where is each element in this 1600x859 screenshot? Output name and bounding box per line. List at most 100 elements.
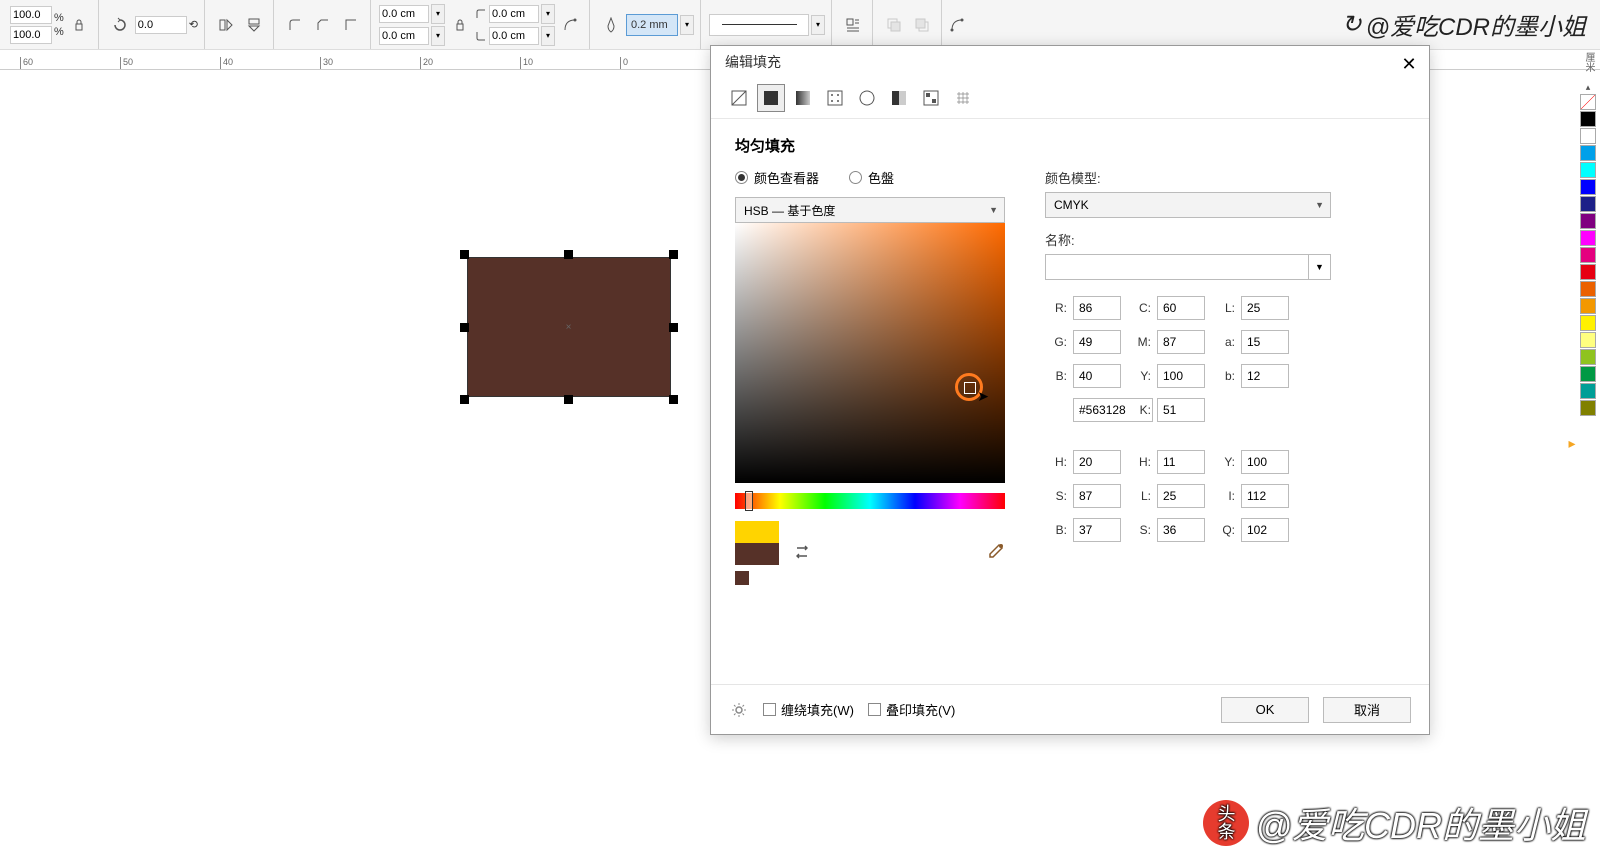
palette-swatch[interactable] — [1580, 111, 1596, 127]
hue-thumb[interactable] — [745, 491, 753, 511]
resize-handle-ne[interactable] — [669, 250, 678, 259]
h-hls-input[interactable] — [1157, 450, 1205, 474]
corner-y-input[interactable] — [379, 27, 429, 45]
to-front-icon[interactable] — [881, 12, 907, 38]
l-hls-input[interactable] — [1157, 484, 1205, 508]
stepper-icon[interactable]: ▾ — [431, 26, 445, 46]
palette-swatch[interactable] — [1580, 315, 1596, 331]
settings-icon[interactable] — [729, 700, 749, 720]
tab-no-fill[interactable] — [725, 84, 753, 112]
y-yiq-input[interactable] — [1241, 450, 1289, 474]
palette-swatch[interactable] — [1580, 281, 1596, 297]
color-name-input[interactable]: ▼ — [1045, 254, 1331, 280]
palette-swatch[interactable] — [1580, 179, 1596, 195]
b-rgb-input[interactable] — [1073, 364, 1121, 388]
close-button[interactable]: ✕ — [1397, 52, 1421, 76]
stepper-icon[interactable]: ▾ — [431, 4, 445, 24]
corner-chamfer-icon[interactable] — [338, 12, 364, 38]
ok-button[interactable]: OK — [1221, 697, 1309, 723]
pen-icon[interactable] — [598, 12, 624, 38]
new-color-swatch[interactable] — [735, 543, 779, 565]
palette-swatch[interactable] — [1580, 383, 1596, 399]
radio-color-viewer[interactable]: 颜色查看器 — [735, 168, 819, 187]
corner-h-input[interactable] — [489, 27, 539, 45]
tab-pattern-fill[interactable] — [821, 84, 849, 112]
overprint-fill-checkbox[interactable]: 叠印填充(V) — [868, 700, 955, 719]
k-input[interactable] — [1157, 398, 1205, 422]
palette-swatch[interactable] — [1580, 298, 1596, 314]
selected-rectangle[interactable]: × — [460, 250, 678, 404]
i-yiq-input[interactable] — [1241, 484, 1289, 508]
corner-x-input[interactable] — [379, 5, 429, 23]
color-model-select[interactable]: CMYK▼ — [1045, 192, 1331, 218]
resize-handle-sw[interactable] — [460, 395, 469, 404]
resize-handle-nw[interactable] — [460, 250, 469, 259]
palette-swatch[interactable] — [1580, 162, 1596, 178]
s-hls-input[interactable] — [1157, 518, 1205, 542]
mirror-h-icon[interactable] — [213, 12, 239, 38]
wrap-fill-checkbox[interactable]: 缠绕填充(W) — [763, 700, 854, 719]
scale-x-input[interactable] — [10, 6, 52, 24]
resize-handle-s[interactable] — [564, 395, 573, 404]
resize-handle-w[interactable] — [460, 323, 469, 332]
wrap-text-icon[interactable] — [840, 12, 866, 38]
corner-scallop-icon[interactable] — [310, 12, 336, 38]
corner-round-icon[interactable] — [282, 12, 308, 38]
swap-colors-icon[interactable] — [793, 542, 813, 565]
a-lab-input[interactable] — [1241, 330, 1289, 354]
palette-swatch[interactable] — [1580, 400, 1596, 416]
tab-texture[interactable] — [949, 84, 977, 112]
mirror-v-icon[interactable] — [241, 12, 267, 38]
palette-swatch[interactable] — [1580, 128, 1596, 144]
m-input[interactable] — [1157, 330, 1205, 354]
to-back-icon[interactable] — [909, 12, 935, 38]
recent-color-swatch[interactable] — [735, 571, 749, 585]
stepper-icon[interactable]: ▾ — [541, 4, 555, 24]
l-lab-input[interactable] — [1241, 296, 1289, 320]
old-color-swatch[interactable] — [735, 521, 779, 543]
tab-uniform-fill[interactable] — [757, 84, 785, 112]
c-input[interactable] — [1157, 296, 1205, 320]
radio-color-palette[interactable]: 色盤 — [849, 168, 894, 187]
resize-handle-e[interactable] — [669, 323, 678, 332]
palette-no-fill[interactable] — [1580, 94, 1596, 110]
convert-curves-icon[interactable] — [944, 12, 970, 38]
color-viewer-mode-select[interactable]: HSB — 基于色度▼ — [735, 197, 1005, 223]
tab-vector-pattern[interactable] — [853, 84, 881, 112]
palette-swatch[interactable] — [1580, 264, 1596, 280]
palette-swatch[interactable] — [1580, 230, 1596, 246]
tab-fountain-fill[interactable] — [789, 84, 817, 112]
palette-swatch[interactable] — [1580, 332, 1596, 348]
line-style-select[interactable] — [709, 14, 809, 36]
g-input[interactable] — [1073, 330, 1121, 354]
palette-swatch[interactable] — [1580, 349, 1596, 365]
palette-swatch[interactable] — [1580, 213, 1596, 229]
hue-slider[interactable] — [735, 493, 1005, 509]
palette-swatch[interactable] — [1580, 196, 1596, 212]
outline-width-input[interactable] — [626, 14, 678, 36]
tab-two-color[interactable] — [917, 84, 945, 112]
b-lab-input[interactable] — [1241, 364, 1289, 388]
corner-w-input[interactable] — [489, 5, 539, 23]
s-hsb-input[interactable] — [1073, 484, 1121, 508]
q-yiq-input[interactable] — [1241, 518, 1289, 542]
corner-lock-icon[interactable] — [447, 12, 473, 38]
palette-swatch[interactable] — [1580, 366, 1596, 382]
resize-handle-n[interactable] — [564, 250, 573, 259]
y-input[interactable] — [1157, 364, 1205, 388]
rotation-input[interactable] — [135, 16, 187, 34]
rotate-icon[interactable] — [107, 12, 133, 38]
color-sv-picker[interactable]: ➤ — [735, 223, 1005, 483]
h-hsb-input[interactable] — [1073, 450, 1121, 474]
r-input[interactable] — [1073, 296, 1121, 320]
palette-scroll-up-icon[interactable]: ▴ — [1580, 80, 1596, 94]
outline-width-dropdown[interactable]: ▾ — [680, 15, 694, 35]
scale-y-input[interactable] — [10, 26, 52, 44]
stepper-icon[interactable]: ▾ — [541, 26, 555, 46]
palette-swatch[interactable] — [1580, 145, 1596, 161]
resize-handle-se[interactable] — [669, 395, 678, 404]
line-style-dropdown[interactable]: ▾ — [811, 15, 825, 35]
b-hsb-input[interactable] — [1073, 518, 1121, 542]
eyedropper-icon[interactable] — [985, 542, 1005, 565]
tab-bitmap-pattern[interactable] — [885, 84, 913, 112]
